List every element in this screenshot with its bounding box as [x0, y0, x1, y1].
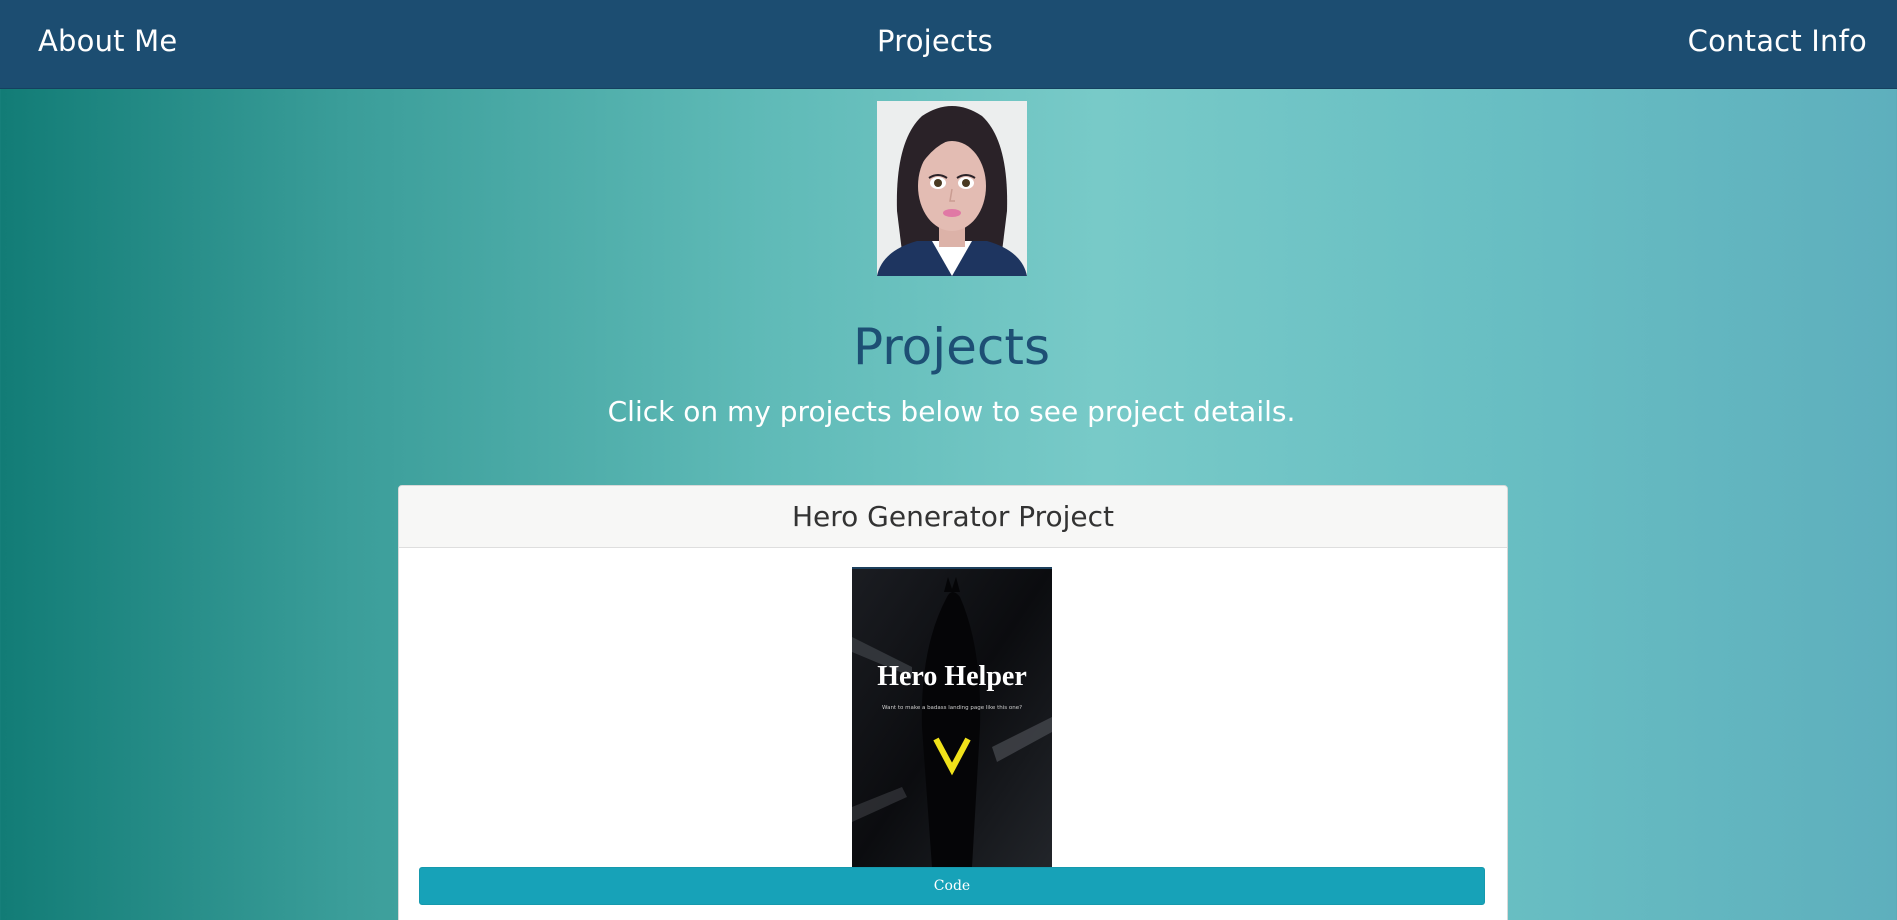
project-thumbnail[interactable]: Hero Helper Want to make a badass landin…	[852, 567, 1052, 867]
project-card: Hero Generator Project Hero Helper Want …	[398, 485, 1508, 920]
page-subtitle: Click on my projects below to see projec…	[607, 395, 1296, 428]
hero-helper-preview-image: Hero Helper Want to make a badass landin…	[852, 567, 1052, 867]
profile-avatar	[877, 101, 1027, 276]
top-navbar: About Me Projects Contact Info	[0, 0, 1897, 89]
page-title: Projects	[852, 318, 1051, 376]
avatar-illustration	[877, 101, 1027, 276]
nav-contact-info-link[interactable]: Contact Info	[1688, 24, 1867, 58]
thumb-tagline: Want to make a badass landing page like …	[882, 705, 1022, 711]
thumb-heading: Hero Helper	[877, 661, 1027, 692]
project-card-title: Hero Generator Project	[399, 486, 1507, 548]
code-button[interactable]: Code	[419, 867, 1485, 905]
nav-projects-link[interactable]: Projects	[0, 24, 1870, 58]
